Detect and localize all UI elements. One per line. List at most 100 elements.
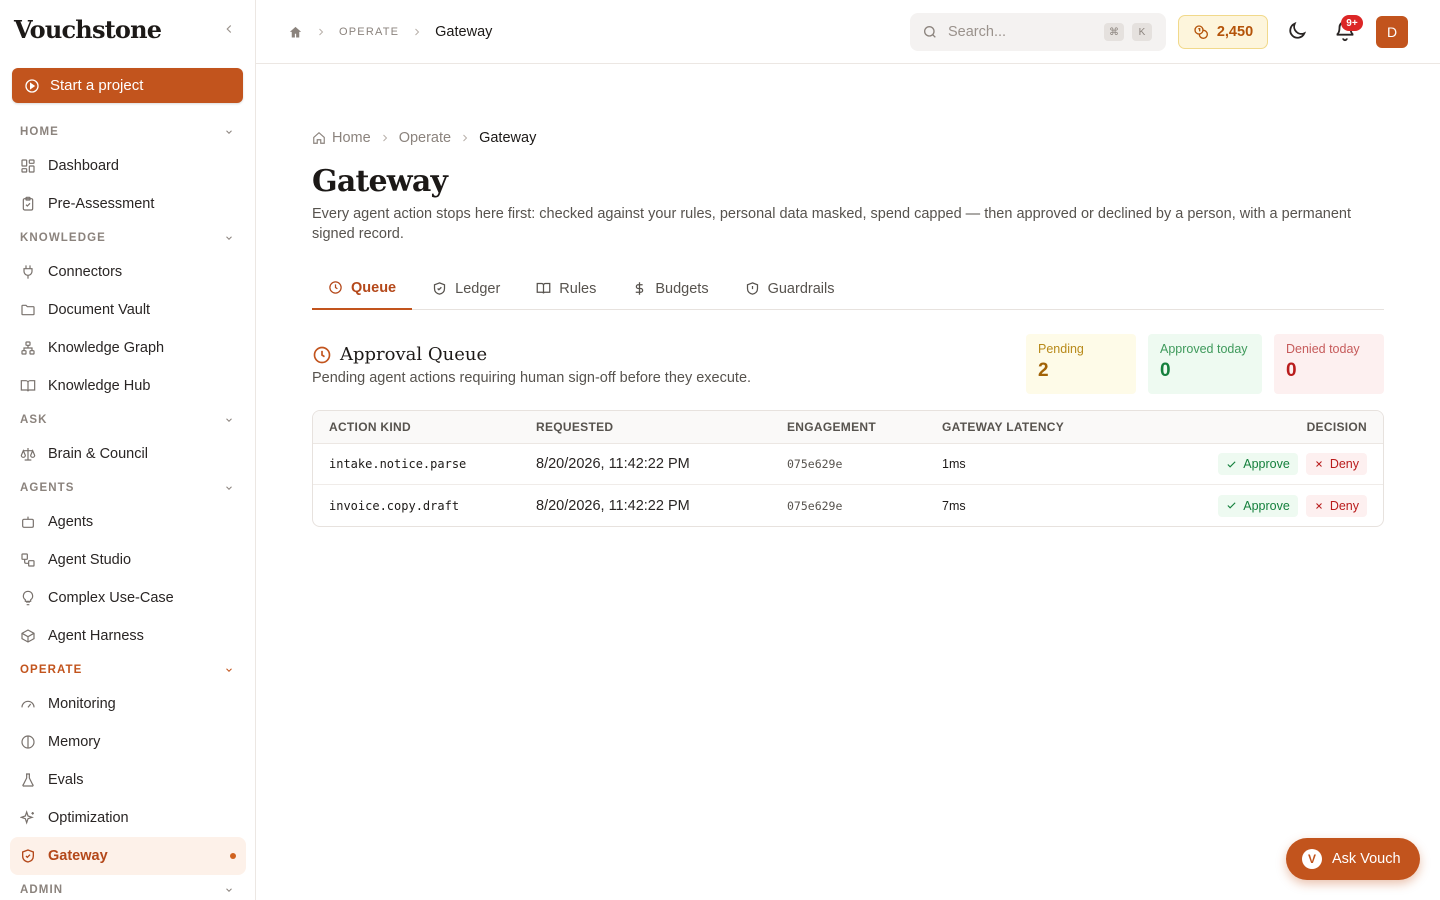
workflow-icon: [21, 553, 35, 567]
sidebar-item-brain-council[interactable]: Brain & Council: [10, 435, 246, 473]
nav-section-admin[interactable]: ADMIN: [0, 875, 255, 900]
decision-cell: Approve Deny: [1142, 453, 1383, 475]
nav-section-operate[interactable]: OPERATE: [0, 655, 255, 685]
tab-label: Guardrails: [767, 280, 835, 297]
home-outline-icon: [313, 131, 325, 144]
topbar-breadcrumb: OPERATE Gateway: [288, 0, 492, 64]
sidebar-item-label: Knowledge Hub: [48, 378, 151, 394]
section-label: AGENTS: [20, 482, 75, 494]
tab-ledger[interactable]: Ledger: [416, 267, 516, 310]
breadcrumb-operate[interactable]: Operate: [399, 130, 451, 146]
moon-icon[interactable]: [1286, 20, 1308, 47]
tab-budgets[interactable]: Budgets: [616, 267, 724, 310]
tab-rules[interactable]: Rules: [520, 267, 612, 310]
credits-button[interactable]: 2,450: [1178, 15, 1268, 49]
breadcrumb-label: Home: [332, 130, 371, 146]
shield-icon: [22, 849, 34, 863]
brain-icon: [21, 735, 35, 749]
sidebar-item-complex-use-case[interactable]: Complex Use-Case: [10, 579, 246, 617]
play-circle-icon: [25, 78, 39, 93]
deny-label: Deny: [1329, 498, 1359, 513]
tab-bar: Queue Ledger Rules Budgets Guardrails: [312, 267, 1384, 310]
bot-icon: [22, 516, 34, 528]
sidebar-item-monitoring[interactable]: Monitoring: [10, 685, 246, 723]
nav-section-knowledge[interactable]: KNOWLEDGE: [0, 223, 255, 253]
sidebar-item-evals[interactable]: Evals: [10, 761, 246, 799]
section-title-text: Approval Queue: [340, 344, 488, 365]
sidebar-item-agent-studio[interactable]: Agent Studio: [10, 541, 246, 579]
sidebar-item-label: Memory: [48, 734, 101, 750]
dollar-icon: [636, 282, 644, 295]
sidebar-item-label: Connectors: [48, 264, 123, 280]
stat-label: Denied today: [1286, 342, 1360, 356]
sidebar-item-connectors[interactable]: Connectors: [10, 253, 246, 291]
section-description: Pending agent actions requiring human si…: [312, 370, 752, 386]
column-header-requested[interactable]: REQUESTED: [536, 420, 787, 434]
column-header-decision: DECISION: [1306, 420, 1367, 434]
app-logo[interactable]: Vouchstone: [14, 15, 162, 44]
book-open-icon: [536, 282, 551, 294]
approve-button[interactable]: Approve: [1218, 494, 1298, 517]
deny-button[interactable]: Deny: [1305, 453, 1367, 475]
sidebar-item-knowledge-hub[interactable]: Knowledge Hub: [10, 367, 246, 405]
tab-queue[interactable]: Queue: [312, 267, 413, 310]
nav-section-agents[interactable]: AGENTS: [0, 473, 255, 503]
nav-section-home[interactable]: HOME: [0, 117, 255, 147]
tab-label: Queue: [351, 279, 397, 296]
sidebar-item-label: Brain & Council: [48, 446, 148, 462]
sidebar-item-agents[interactable]: Agents: [10, 503, 246, 541]
avatar[interactable]: D: [1376, 16, 1408, 48]
sidebar-item-pre-assessment[interactable]: Pre-Assessment: [10, 185, 246, 223]
sidebar-item-gateway[interactable]: Gateway: [10, 837, 246, 875]
approve-button[interactable]: Approve: [1218, 453, 1298, 475]
chevron-down-icon: [226, 668, 232, 672]
column-header-action-kind[interactable]: ACTION KIND: [313, 420, 536, 434]
column-header-gateway-latency[interactable]: GATEWAY LATENCY: [942, 420, 1142, 434]
sidebar-item-optimization[interactable]: Optimization: [10, 799, 246, 837]
latency-cell: 7ms: [942, 498, 966, 513]
chevron-right-icon: [411, 26, 423, 38]
stat-pending: Pending 2: [1026, 334, 1136, 394]
deny-button[interactable]: Deny: [1305, 494, 1367, 517]
plug-icon: [23, 265, 33, 279]
table-row: invoice.copy.draft 8/20/2026, 11:42:22 P…: [313, 485, 1383, 526]
breadcrumb-operate[interactable]: OPERATE: [339, 26, 399, 38]
sidebar-item-knowledge-graph[interactable]: Knowledge Graph: [10, 329, 246, 367]
folder-icon: [21, 304, 35, 316]
clipboard-icon: [22, 196, 34, 211]
column-header-engagement[interactable]: ENGAGEMENT: [787, 420, 942, 434]
chevron-right-icon: [315, 26, 327, 38]
sidebar-item-memory[interactable]: Memory: [10, 723, 246, 761]
breadcrumb-home[interactable]: Home: [312, 130, 371, 146]
collapse-sidebar-icon[interactable]: [219, 19, 239, 39]
sidebar-item-dashboard[interactable]: Dashboard: [10, 147, 246, 185]
search-input[interactable]: Search... ⌘ K: [910, 13, 1166, 51]
action-kind-cell: intake.notice.parse: [329, 457, 467, 471]
section-label: KNOWLEDGE: [20, 232, 106, 244]
sidebar-item-agent-harness[interactable]: Agent Harness: [10, 617, 246, 655]
engagement-cell[interactable]: 075e629e: [787, 457, 942, 471]
tab-label: Budgets: [655, 280, 709, 297]
deny-label: Deny: [1329, 457, 1359, 471]
breadcrumb-current: Gateway: [435, 24, 493, 40]
clock-icon: [329, 281, 342, 294]
approval-queue-table: ACTION KIND REQUESTED ENGAGEMENT GATEWAY…: [312, 410, 1384, 527]
sidebar-item-label: Document Vault: [48, 302, 151, 318]
package-icon: [21, 629, 35, 643]
sidebar-item-label: Agent Studio: [48, 552, 132, 568]
tab-label: Ledger: [455, 280, 501, 297]
stat-value: 2: [1038, 360, 1049, 381]
home-icon[interactable]: [288, 25, 303, 40]
nav-section-ask[interactable]: ASK: [0, 405, 255, 435]
vouch-logo-icon: V: [1302, 849, 1322, 869]
ask-vouch-button[interactable]: V Ask Vouch: [1286, 838, 1420, 880]
sidebar-item-document-vault[interactable]: Document Vault: [10, 291, 246, 329]
engagement-cell[interactable]: 075e629e: [787, 499, 942, 513]
chevron-right-icon: [459, 132, 471, 144]
tab-guardrails[interactable]: Guardrails: [729, 267, 851, 310]
start-project-button[interactable]: Start a project: [12, 68, 243, 103]
sidebar-item-label: Dashboard: [48, 158, 119, 174]
sidebar-item-label: Knowledge Graph: [48, 340, 165, 356]
chevron-down-icon: [226, 888, 232, 892]
topbar: OPERATE Gateway Search... ⌘ K 2,450 9+ D: [256, 0, 1440, 64]
